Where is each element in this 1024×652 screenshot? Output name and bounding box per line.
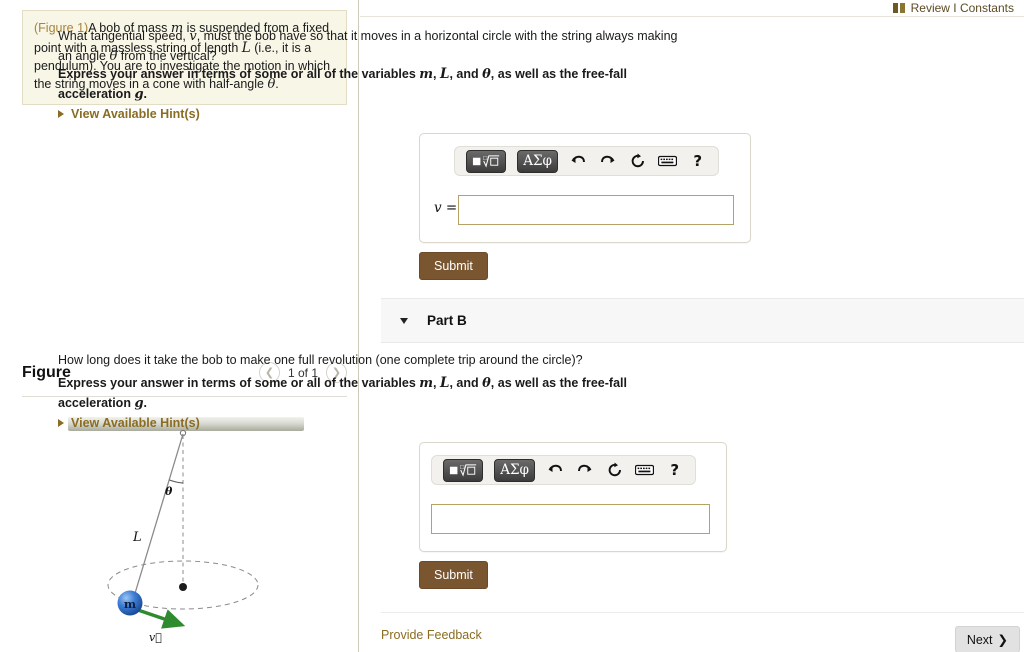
part-a-instr-g: g	[134, 86, 144, 102]
part-a-submit-button[interactable]: Submit	[419, 252, 488, 280]
part-a-instr-theta: θ	[482, 67, 491, 82]
part-a-instr-sep1: ,	[433, 67, 440, 81]
part-b-header[interactable]: Part B	[381, 298, 1024, 343]
part-b-instr-end: .	[143, 395, 148, 410]
string-line	[132, 433, 184, 601]
next-button-label: Next	[966, 632, 993, 647]
reset-icon[interactable]	[606, 460, 625, 480]
part-b-instr-g: g	[134, 395, 144, 411]
problem-page: (Figure 1)A bob of mass m is suspended f…	[0, 0, 1024, 652]
mass-label: m	[124, 597, 136, 611]
greek-symbols-button[interactable]: ΑΣφ	[517, 149, 559, 173]
part-b-title: Part B	[427, 313, 467, 328]
velocity-vector	[134, 607, 186, 629]
part-b-hint-link[interactable]: View Available Hint(s)	[58, 416, 200, 430]
part-a-answer-input[interactable]	[458, 195, 734, 225]
length-label: L	[132, 530, 142, 545]
velocity-label: v⃗	[149, 631, 162, 644]
part-b-submit-button[interactable]: Submit	[419, 561, 488, 589]
pendulum-figure[interactable]: θ L v⃗ m	[22, 404, 347, 644]
part-a-instruction: Express your answer in terms of some or …	[58, 65, 678, 105]
help-button[interactable]: ?	[665, 460, 684, 480]
review-constants-link[interactable]: Review I Constants	[892, 1, 1014, 15]
angle-label: θ	[165, 485, 173, 498]
part-b-hint-label: View Available Hint(s)	[71, 416, 200, 430]
part-a-hint-label: View Available Hint(s)	[71, 107, 200, 121]
circle-center-dot	[179, 583, 187, 591]
keyboard-icon[interactable]	[658, 151, 678, 171]
footer-divider	[381, 612, 1024, 613]
part-a-var-v: v	[189, 29, 197, 44]
part-a-instr-m: m	[419, 67, 434, 82]
review-bar: Review I Constants	[360, 0, 1024, 17]
undo-icon[interactable]	[546, 460, 565, 480]
triangle-right-icon	[58, 419, 64, 427]
triangle-down-icon[interactable]	[400, 317, 408, 324]
part-b-instr-sep2: , and	[449, 376, 483, 390]
math-template-icon[interactable]: □	[466, 149, 507, 173]
triangle-right-icon	[58, 110, 64, 118]
part-a-instr-pre: Express your answer in terms of some or …	[58, 67, 420, 81]
part-a-answer-label: v =	[434, 200, 458, 216]
part-a-question-pre: What tangential speed,	[58, 29, 190, 43]
part-b-instr-m: m	[419, 376, 434, 391]
part-b-instruction: Express your answer in terms of some or …	[58, 374, 678, 414]
provide-feedback-link[interactable]: Provide Feedback	[381, 628, 482, 642]
part-b-instr-pre: Express your answer in terms of some or …	[58, 376, 420, 390]
part-a-instr-sep2: , and	[449, 67, 483, 81]
part-b-answer-input[interactable]	[431, 504, 710, 534]
undo-icon[interactable]	[569, 151, 588, 171]
chevron-right-icon: ❯	[997, 633, 1008, 647]
help-button[interactable]: ?	[688, 151, 707, 171]
reset-icon[interactable]	[629, 151, 648, 171]
part-b-instr-sep1: ,	[433, 376, 440, 390]
redo-icon[interactable]	[576, 460, 595, 480]
part-b-math-toolbar: □ ΑΣφ ?	[431, 455, 696, 485]
part-a-hint-link[interactable]: View Available Hint(s)	[58, 107, 200, 121]
math-template-icon[interactable]: □	[443, 458, 484, 482]
part-a-instr-end: .	[143, 86, 148, 101]
review-constants-label: Review I Constants	[910, 1, 1014, 15]
part-a-math-toolbar: □ ΑΣφ ?	[454, 146, 719, 176]
angle-arc	[169, 479, 184, 484]
part-b-instr-theta: θ	[482, 376, 491, 391]
part-a-question-end: from the vertical?	[117, 48, 217, 63]
part-a-answer-panel: □ ΑΣφ ? v =	[419, 133, 751, 243]
keyboard-icon[interactable]	[635, 460, 655, 480]
part-a-question: What tangential speed, v, must the bob h…	[58, 27, 678, 67]
redo-icon[interactable]	[599, 151, 618, 171]
part-b-question: How long does it take the bob to make on…	[58, 353, 583, 367]
part-b-answer-panel: □ ΑΣφ ?	[419, 442, 727, 552]
book-icon	[892, 3, 906, 13]
greek-symbols-button[interactable]: ΑΣφ	[494, 458, 536, 482]
next-button[interactable]: Next ❯	[954, 626, 1020, 652]
